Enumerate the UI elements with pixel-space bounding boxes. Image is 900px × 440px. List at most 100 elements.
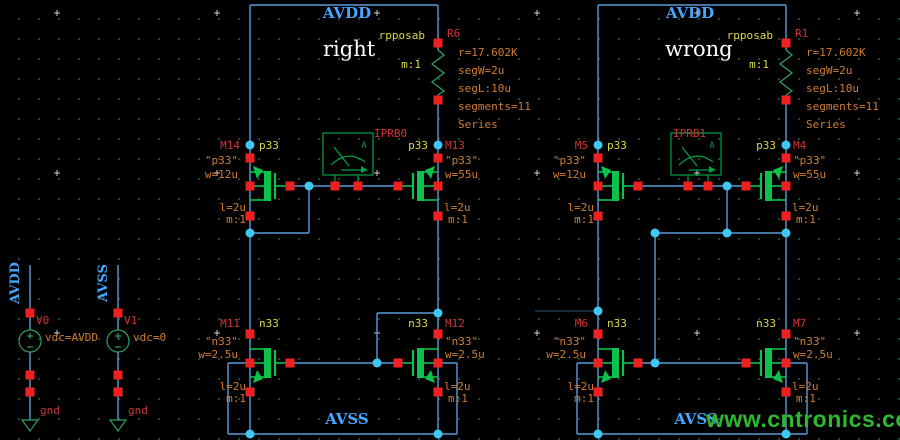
probe-name: IPRB1: [673, 127, 706, 140]
resistor-param: r=17.602K: [458, 46, 518, 59]
pin-square: [246, 388, 255, 397]
pin-square: [782, 96, 791, 105]
junction-dot: [434, 141, 443, 150]
pin-square: [782, 388, 791, 397]
resistor-model: rpposab: [379, 29, 425, 42]
resistor-zigzag-icon: [780, 50, 792, 95]
rail-bottom-label: AVSS: [673, 410, 718, 428]
mos-model-quoted: "n33": [445, 335, 478, 348]
pin-square: [594, 359, 603, 368]
pin-square: [782, 39, 791, 48]
mos-model: n33: [259, 317, 279, 330]
verdict-label: right: [323, 37, 376, 61]
rail-label-vertical: AVSS: [96, 264, 111, 303]
resistor-param: segL:10u: [458, 82, 511, 95]
resistor-R6[interactable]: R6rpposabm:1r=17.602KsegW=2usegL:10usegm…: [379, 27, 531, 131]
mos-width: w=55u: [793, 168, 826, 181]
rail-label-vertical: AVDD: [8, 262, 23, 305]
pin-square: [594, 182, 603, 191]
probe-name: IPRB0: [374, 127, 407, 140]
source-value: vdc=AVDD: [45, 331, 98, 344]
mos-channel-icon: [417, 171, 424, 201]
pin-square: [594, 388, 603, 397]
mosfet-M4[interactable]: M4p33"p33"w=55ul=2um:1: [742, 139, 827, 226]
junction-dot: [305, 182, 314, 191]
junction-dot: [246, 141, 255, 150]
pin-square: [394, 182, 403, 191]
pin-square: [286, 359, 295, 368]
voltage-source-V1[interactable]: V1vdc=0gndAVSS: [96, 264, 166, 431]
pin-square: [594, 154, 603, 163]
pin-square: [742, 359, 751, 368]
resistor-mult: m:1: [401, 58, 421, 71]
current-probe-IPRB0[interactable]: A IPRB0: [323, 127, 407, 191]
schematic-canvas[interactable]: V0vdc=AVDDgndAVDDV1vdc=0gndAVSSR6rpposab…: [0, 0, 900, 440]
mos-mult: m:1: [226, 213, 246, 226]
mos-channel-icon: [765, 171, 772, 201]
mos-model-quoted: "p33": [793, 154, 826, 167]
mosfet-M7[interactable]: M7n33"n33"w=2.5ul=2um:1: [742, 317, 833, 405]
resistor-zigzag-icon: [432, 50, 444, 95]
pin-square: [434, 182, 443, 191]
voltage-source-V0[interactable]: V0vdc=AVDDgndAVDD: [8, 262, 98, 431]
mos-mult: m:1: [448, 213, 468, 226]
mos-model-quoted: "n33": [205, 335, 238, 348]
pin-square: [354, 182, 363, 191]
mos-name: M5: [575, 139, 588, 152]
mos-channel-icon: [264, 348, 271, 378]
mosfet-M11[interactable]: M11n33"n33"w=2.5ul=2um:1: [198, 317, 294, 405]
mos-width: w=2.5u: [445, 348, 485, 361]
mos-channel-icon: [612, 348, 619, 378]
mos-width: w=2.5u: [546, 348, 586, 361]
resistor-name: R1: [795, 27, 808, 40]
pin-square: [434, 212, 443, 221]
resistor-param: segW=2u: [458, 64, 504, 77]
pin-square: [246, 330, 255, 339]
mos-channel-icon: [264, 171, 271, 201]
junction-dot: [723, 182, 732, 191]
resistor-param: segL:10u: [806, 82, 859, 95]
ammeter-arc-icon: [679, 156, 713, 165]
junction-dot: [782, 430, 791, 439]
pin-square: [782, 212, 791, 221]
pin-square: [782, 182, 791, 191]
pin-square: [742, 182, 751, 191]
mosfet-M13[interactable]: M13p33"p33"w=55ul=2um:1: [394, 139, 479, 226]
junction-dot: [434, 430, 443, 439]
pin-square: [286, 182, 295, 191]
resistor-R1[interactable]: R1rpposabm:1r=17.602KsegW=2usegL:10usegm…: [727, 27, 879, 131]
circuit-right: R1 rpposab m:1 r=17.602K segW=2u segL:10u segm…: [535, 4, 879, 439]
mosfet-M6[interactable]: M6n33"n33"w=2.5ul=2um:1: [546, 317, 642, 405]
resistor-param: segW=2u: [806, 64, 852, 77]
mos-width: w=12u: [205, 168, 238, 181]
ground-label: gnd: [40, 404, 60, 417]
mos-name: M7: [793, 317, 806, 330]
junction-dot: [782, 229, 791, 238]
current-probe-IPRB1[interactable]: AIPRB1: [671, 127, 721, 191]
mos-channel-icon: [417, 348, 424, 378]
mos-name: M6: [575, 317, 588, 330]
source-name: V1: [124, 314, 137, 327]
ground-label: gnd: [128, 404, 148, 417]
mos-model: n33: [408, 317, 428, 330]
mos-mult: m:1: [796, 392, 816, 405]
resistor-param: segments=11: [806, 100, 879, 113]
mos-name: M4: [793, 139, 807, 152]
schematic-svg: V0vdc=AVDDgndAVDDV1vdc=0gndAVSSR6rpposab…: [0, 0, 900, 440]
mos-model: p33: [756, 139, 776, 152]
pin-square: [394, 359, 403, 368]
circuit-left: R6rpposabm:1r=17.602KsegW=2usegL:10usegm…: [198, 4, 531, 439]
mos-model-quoted: "p33": [553, 154, 586, 167]
resistor-param: r=17.602K: [806, 46, 866, 59]
mos-mult: m:1: [226, 392, 246, 405]
ammeter-glyph: A: [361, 141, 366, 151]
pin-square: [704, 182, 713, 191]
mosfet-M12[interactable]: M12n33"n33"w=2.5ul=2um:1: [394, 317, 485, 405]
mos-model-quoted: "n33": [793, 335, 826, 348]
mos-model: p33: [408, 139, 428, 152]
pin-square: [782, 330, 791, 339]
resistor-model: rpposab: [727, 29, 773, 42]
pin-square: [434, 330, 443, 339]
mos-model-quoted: "p33": [205, 154, 238, 167]
junction-dot: [723, 229, 732, 238]
